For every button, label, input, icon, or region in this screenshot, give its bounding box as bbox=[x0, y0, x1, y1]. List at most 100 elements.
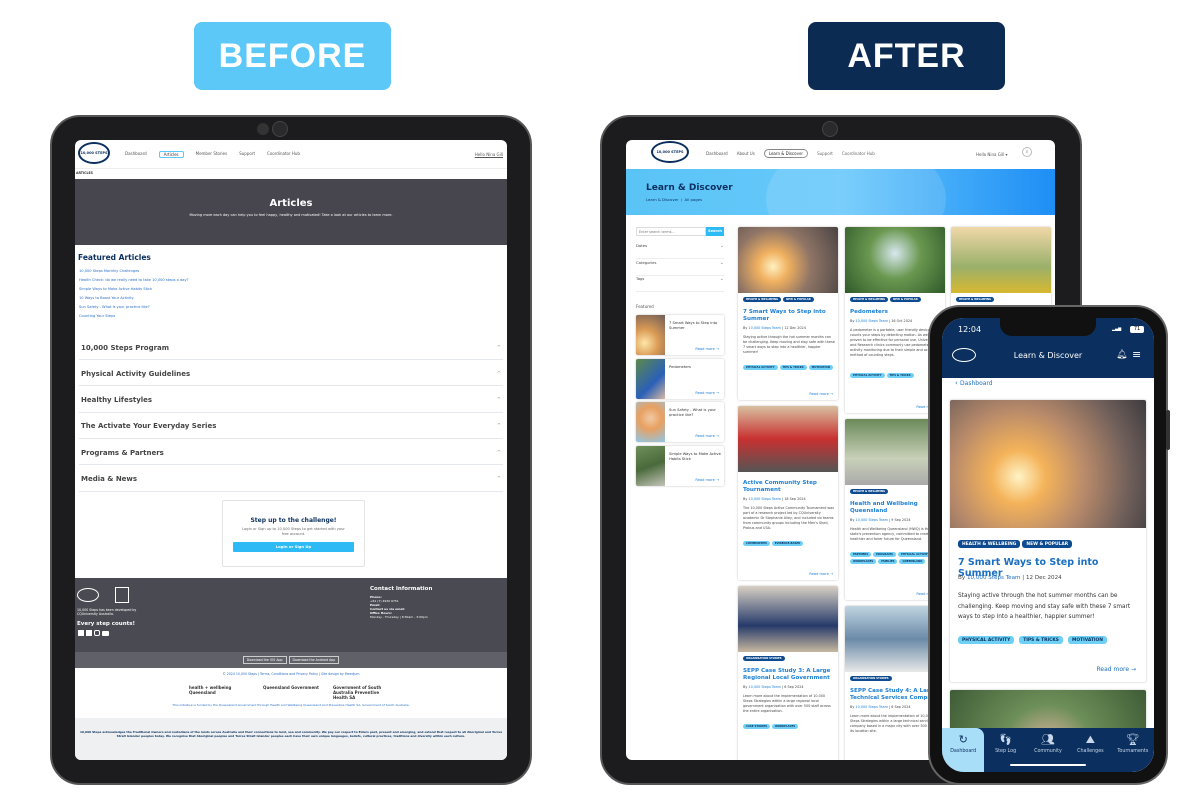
read-more-link[interactable]: Read more → bbox=[695, 391, 719, 395]
topic-tag[interactable]: PHYSICAL ACTIVITY bbox=[958, 636, 1015, 644]
featured-item[interactable]: Pedometers Read more → bbox=[636, 358, 724, 399]
topic-tag[interactable]: CASE STUDIES bbox=[743, 724, 770, 729]
user-menu[interactable]: Hello Nina Gill ▾ bbox=[976, 152, 1008, 157]
read-more-link[interactable]: Read more → bbox=[809, 572, 833, 576]
before-label: BEFORE bbox=[194, 22, 391, 90]
topic-tag[interactable]: FAMILIES bbox=[878, 559, 898, 564]
featured-link[interactable]: 10 Ways to Boost Your Activity bbox=[79, 296, 134, 300]
article-title[interactable]: Active Community Step Tournament bbox=[743, 480, 835, 494]
nav-item[interactable]: Dashboard bbox=[706, 151, 728, 156]
nav-item[interactable]: Dashboard bbox=[125, 151, 147, 158]
user-menu[interactable]: Hello Nina Gill bbox=[475, 152, 503, 157]
topic-tag[interactable]: MOTIVATION bbox=[808, 365, 833, 370]
filter-dropdown[interactable]: Tags ⌄ bbox=[636, 276, 724, 292]
topic-tag[interactable]: EVIDENCE-BASED bbox=[771, 541, 804, 546]
category-tag[interactable]: HEALTH & WELLBEING bbox=[850, 489, 889, 494]
featured-title: Sun Safety - What is your practice like? bbox=[669, 408, 716, 417]
article-title[interactable]: Pedometers bbox=[850, 309, 942, 316]
topic-tag[interactable]: TIPS & TRICKS bbox=[1019, 636, 1063, 644]
android-app-button[interactable]: Download the Android App bbox=[288, 656, 340, 664]
topic-tag[interactable]: WORKPLACES bbox=[771, 724, 799, 729]
instagram-icon[interactable] bbox=[94, 630, 100, 636]
category-tag[interactable]: HEALTH & WELLBEING bbox=[850, 297, 889, 302]
article-card[interactable]: ORGANISATION STORIES SEPP Case Study 3: A… bbox=[738, 586, 838, 760]
topic-tag[interactable]: WORKPLACES bbox=[850, 559, 877, 564]
read-more-link[interactable]: Read more → bbox=[695, 434, 719, 438]
topic-tag[interactable]: PHYSICAL ACTIVITY bbox=[743, 365, 778, 370]
read-more-link[interactable]: Read more → bbox=[695, 478, 719, 482]
category-tag[interactable]: ORGANISATION STORIES bbox=[850, 676, 892, 681]
article-desc: Learn more about the implementation of 1… bbox=[743, 694, 831, 713]
facebook-icon[interactable] bbox=[78, 630, 84, 636]
ios-app-button[interactable]: Download the iOS App bbox=[242, 656, 287, 664]
accordion-title: 10,000 Steps Program bbox=[81, 343, 170, 352]
accordion-section[interactable]: Physical Activity Guidelines ^ bbox=[79, 362, 503, 387]
nav-item[interactable]: Articles bbox=[158, 151, 184, 158]
featured-link[interactable]: Health Check: do we really need to take … bbox=[79, 278, 189, 282]
logo[interactable]: 10,000 STEPS bbox=[651, 141, 689, 163]
featured-item[interactable]: 7 Smart Ways to Step into Summer Read mor… bbox=[636, 315, 724, 355]
featured-link[interactable]: 10,000 Steps Monthly Challenges bbox=[79, 269, 139, 273]
featured-link[interactable]: Simple Ways to Make Active Habits Stick bbox=[79, 287, 152, 291]
article-image bbox=[950, 400, 1146, 528]
featured-item[interactable]: Simple Ways to Make Active Habits Stick R… bbox=[636, 445, 724, 486]
topic-tag[interactable]: COMMUNITIES bbox=[743, 541, 770, 546]
read-more-link[interactable]: Read more → bbox=[695, 347, 719, 351]
category-tag[interactable]: HEALTH & WELLBEING bbox=[956, 297, 995, 302]
search-input[interactable]: Enter search terms... bbox=[636, 227, 706, 236]
featured-link[interactable]: Counting Your Steps bbox=[79, 314, 115, 318]
accordion-section[interactable]: The Activate Your Everyday Series ^ bbox=[79, 415, 503, 439]
category-tag[interactable]: HEALTH & WELLBEING bbox=[958, 540, 1021, 548]
category-tags: HEALTH & WELLBEING NEW & POPULAR bbox=[850, 297, 942, 302]
tab-dashboard[interactable]: ↻ Dashboard bbox=[942, 728, 985, 772]
article-desc: The 10,000 Steps Active Community Tourna… bbox=[743, 506, 834, 530]
article-card[interactable]: Active Community Step Tournament By 10,00… bbox=[738, 406, 838, 580]
topic-tag[interactable]: MOTIVATION bbox=[1067, 636, 1107, 644]
nav-item[interactable]: About Us bbox=[737, 151, 755, 156]
nav-item[interactable]: Support bbox=[239, 151, 255, 158]
article-title[interactable]: 7 Smart Ways to Step into Summer bbox=[743, 309, 835, 323]
menu-icon[interactable]: ≡ bbox=[1132, 348, 1141, 361]
nav-item[interactable]: Member Stories bbox=[196, 151, 228, 158]
article-title[interactable]: SEPP Case Study 3: A Large Regional Loca… bbox=[743, 668, 835, 682]
accordion-section[interactable]: 10,000 Steps Program ^ bbox=[79, 336, 503, 360]
search-icon[interactable]: ⌕ bbox=[1022, 147, 1032, 157]
accordion-section[interactable]: Healthy Lifestyles ^ bbox=[79, 389, 503, 413]
logo[interactable]: 10,000 STEPS bbox=[78, 142, 110, 164]
topic-tag[interactable]: PHYSICAL ACTIVITY bbox=[850, 373, 885, 378]
category-tag[interactable]: HEALTH & WELLBEING bbox=[743, 297, 782, 302]
accordion-section[interactable]: Media & News ^ bbox=[79, 468, 503, 492]
featured-item[interactable]: Sun Safety - What is your practice like?… bbox=[636, 402, 724, 442]
byline: By 10,000 Steps Team | 18 Sep 2024 bbox=[743, 497, 806, 501]
back-link[interactable]: ‹ Dashboard bbox=[955, 379, 993, 387]
filter-dropdown[interactable]: Categories ⌄ bbox=[636, 260, 724, 276]
search-button[interactable]: Search bbox=[706, 227, 724, 236]
article-card[interactable]: HEALTH & WELLBEING NEW & POPULAR 7 Smart W… bbox=[738, 227, 838, 400]
breadcrumb[interactable]: Learn & Discover / All pages bbox=[646, 197, 702, 202]
category-tag[interactable]: ORGANISATION STORIES bbox=[743, 656, 785, 661]
topic-tag[interactable]: TIPS & TRICKS bbox=[886, 373, 914, 378]
byline: By 10,000 Steps Team | 12 Dec 2024 bbox=[958, 575, 1062, 581]
camera bbox=[822, 121, 838, 137]
accordion-section[interactable]: Programs & Partners ^ bbox=[79, 441, 503, 466]
login-signup-button[interactable]: Login or Sign Up bbox=[233, 542, 354, 552]
category-tag[interactable]: NEW & POPULAR bbox=[890, 297, 921, 302]
topic-tag[interactable]: PARTNERS bbox=[850, 552, 872, 557]
youtube-icon[interactable] bbox=[102, 631, 109, 636]
filter-dropdown[interactable]: Dates ⌄ bbox=[636, 243, 724, 259]
partner-logo: Queensland Government bbox=[263, 685, 319, 690]
read-more-link[interactable]: Read more → bbox=[1097, 666, 1136, 673]
article-card[interactable]: HEALTH & WELLBEING NEW & POPULAR 7 Smart … bbox=[950, 400, 1146, 682]
topic-tag[interactable]: TIPS & TRICKS bbox=[779, 365, 807, 370]
topic-tag[interactable]: QUEENSLAND bbox=[899, 559, 926, 564]
category-tag[interactable]: NEW & POPULAR bbox=[783, 297, 814, 302]
featured-link[interactable]: Sun Safety - What is your practice like? bbox=[79, 305, 150, 309]
read-more-link[interactable]: Read more → bbox=[809, 392, 833, 396]
app-download-bar: Download the iOS App Download the Androi… bbox=[75, 652, 507, 668]
topic-tag[interactable]: PROGRAMS bbox=[873, 552, 896, 557]
category-tag[interactable]: NEW & POPULAR bbox=[1022, 540, 1073, 548]
nav-item[interactable]: Coordinator Hub bbox=[267, 151, 300, 158]
twitter-icon[interactable] bbox=[86, 630, 92, 636]
tab-tournaments[interactable]: 🏆︎ Tournaments bbox=[1112, 728, 1154, 772]
bell-icon[interactable]: 🔔︎ bbox=[1116, 350, 1127, 360]
